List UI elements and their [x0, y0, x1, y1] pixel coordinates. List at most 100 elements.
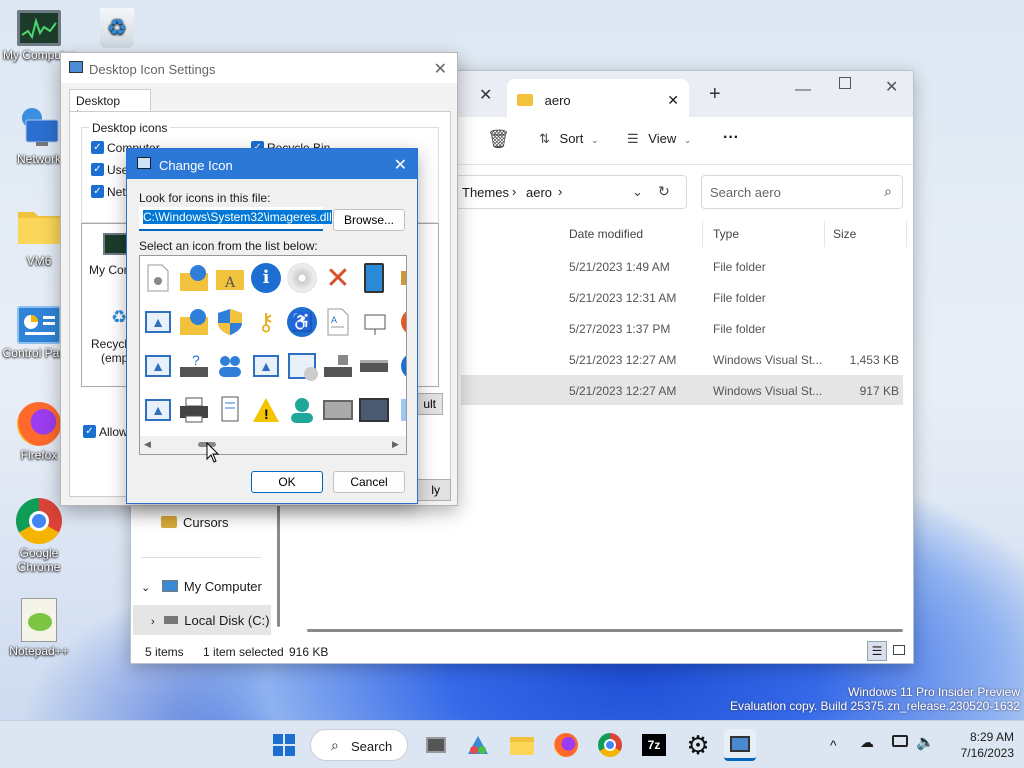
close-window-button[interactable]: ✕	[885, 77, 898, 97]
display-settings-icon[interactable]	[358, 306, 390, 338]
table-row-selected[interactable]: 5/21/2023 12:27 AM Windows Visual St... …	[461, 375, 903, 405]
clock[interactable]: 8:29 AM 7/16/2023	[944, 729, 1014, 761]
chrome-icon[interactable]	[594, 729, 626, 761]
monitor-dark-icon[interactable]	[358, 394, 390, 426]
tiles-view-icon[interactable]	[893, 645, 905, 655]
partial-icon[interactable]	[392, 350, 406, 382]
gear-icon[interactable]: ⚙	[682, 729, 714, 761]
tab-aero[interactable]: aero ✕	[507, 79, 689, 117]
desktop-icon-settings-taskbar-icon[interactable]	[724, 729, 756, 761]
icon-grid[interactable]: A i ✕ ▲ ⚷ ♿ A ▲ ? ▲ ▲ ! ◀ ▶	[139, 255, 407, 455]
network-folder-icon[interactable]	[178, 306, 210, 338]
network-folder-icon[interactable]	[178, 262, 210, 294]
view-button[interactable]: ☰ View ⌄	[627, 131, 691, 147]
info-icon[interactable]: i	[250, 262, 282, 294]
new-tab-button[interactable]: +	[709, 83, 721, 106]
svg-text:!: !	[264, 406, 269, 422]
printer-icon[interactable]	[178, 394, 210, 426]
browse-button[interactable]: Browse...	[333, 209, 405, 231]
partial-icon[interactable]	[392, 394, 406, 426]
picture-icon[interactable]: ▲	[250, 350, 282, 382]
media-picture-icon[interactable]	[286, 350, 318, 382]
chevron-down-icon[interactable]: ⌄	[141, 582, 150, 594]
desktop-icon-chrome[interactable]: Google Chrome	[2, 498, 76, 574]
tab-desktop-icons[interactable]: Desktop Icons	[69, 89, 151, 122]
network-status-icon[interactable]	[892, 735, 908, 747]
address-bar[interactable]: Themes › aero › ⌄ ↻	[451, 175, 687, 209]
file-explorer-icon[interactable]	[506, 729, 538, 761]
settings-file-icon[interactable]	[142, 262, 174, 294]
nav-item-local-disk[interactable]: › Local Disk (C:)	[133, 605, 271, 635]
server-icon[interactable]	[214, 394, 246, 426]
picture-icon[interactable]: ▲	[142, 394, 174, 426]
removable-drive-icon[interactable]	[358, 262, 390, 294]
warning-icon[interactable]: !	[250, 394, 282, 426]
horizontal-scrollbar[interactable]	[307, 629, 903, 632]
maximize-button[interactable]	[839, 77, 851, 89]
accessibility-icon[interactable]: ♿	[286, 306, 318, 338]
breadcrumb-item[interactable]: aero	[526, 185, 552, 200]
column-date-modified[interactable]: Date modified	[561, 221, 703, 247]
scroll-left-icon[interactable]: ◀	[144, 439, 151, 450]
taskbar-search[interactable]: ⌕ Search	[310, 729, 408, 761]
picture-icon[interactable]: ▲	[142, 306, 174, 338]
key-icon[interactable]: ⚷	[250, 306, 282, 338]
sort-button[interactable]: ⇅ Sort ⌄	[539, 131, 599, 147]
table-row[interactable]: 5/21/2023 12:27 AM Windows Visual St... …	[461, 344, 903, 374]
user-checkbox[interactable]: ✓	[91, 163, 104, 176]
close-icon[interactable]: ✕	[434, 59, 447, 79]
7zip-icon[interactable]: 7z	[638, 729, 670, 761]
unknown-drive-icon[interactable]: ?	[178, 350, 210, 382]
volume-icon[interactable]: 🔈	[916, 733, 935, 751]
ok-button[interactable]: OK	[251, 471, 323, 493]
close-tab-icon[interactable]: ✕	[667, 92, 679, 109]
desktop-icon-notepadpp[interactable]: Notepad++	[2, 598, 76, 658]
minimize-button[interactable]: —	[795, 81, 811, 99]
firefox-icon[interactable]	[550, 729, 582, 761]
drive-bay-icon[interactable]	[322, 394, 354, 426]
text-document-icon[interactable]: A	[322, 306, 354, 338]
picture-icon[interactable]: ▲	[142, 350, 174, 382]
drive-down-icon[interactable]	[322, 350, 354, 382]
error-x-icon[interactable]: ✕	[322, 262, 354, 295]
partial-icon[interactable]	[392, 262, 406, 294]
close-tab-icon[interactable]: ✕	[479, 85, 492, 105]
font-folder-icon[interactable]: A	[214, 262, 246, 294]
paint-icon[interactable]	[462, 729, 494, 761]
cancel-button[interactable]: Cancel	[333, 471, 405, 493]
cd-audio-icon[interactable]	[286, 262, 318, 294]
task-view-icon[interactable]	[420, 729, 452, 761]
computer-checkbox[interactable]: ✓	[91, 141, 104, 154]
nav-item-cursors[interactable]: Cursors	[161, 515, 229, 530]
start-button[interactable]	[268, 729, 300, 761]
scroll-right-icon[interactable]: ▶	[392, 439, 399, 450]
column-type[interactable]: Type	[705, 221, 825, 247]
chevron-up-icon[interactable]: ^	[830, 737, 837, 753]
scanner-icon[interactable]	[358, 350, 390, 382]
file-path-input[interactable]: C:\Windows\System32\imageres.dll	[139, 207, 332, 231]
details-view-icon[interactable]: ☰	[867, 641, 887, 661]
desktop-icon-recycle-bin[interactable]: ♻	[80, 8, 154, 50]
nav-item-my-computer[interactable]: ⌄ My Computer	[141, 579, 262, 594]
table-row[interactable]: 5/21/2023 1:49 AM File folder	[461, 251, 903, 281]
allow-themes-checkbox[interactable]: ✓	[83, 425, 96, 438]
user-icon[interactable]	[286, 394, 318, 426]
column-size[interactable]: Size	[827, 221, 907, 247]
monitor-icon	[17, 10, 61, 46]
users-icon[interactable]	[214, 350, 246, 382]
refresh-icon[interactable]: ↻	[658, 183, 670, 200]
partial-icon[interactable]	[392, 306, 406, 338]
table-row[interactable]: 5/21/2023 12:31 AM File folder	[461, 282, 903, 312]
cloud-icon[interactable]: ☁	[860, 734, 874, 751]
breadcrumb-item[interactable]: Themes	[462, 185, 509, 200]
icon-grid-scrollbar[interactable]: ◀ ▶	[140, 436, 406, 454]
table-row[interactable]: 5/27/2023 1:37 PM File folder	[461, 313, 903, 343]
search-box[interactable]: Search aero ⌕	[701, 175, 903, 209]
close-icon[interactable]: ✕	[394, 155, 407, 175]
delete-icon[interactable]: 🗑	[487, 129, 510, 150]
more-options-button[interactable]: ···	[723, 129, 739, 147]
network-checkbox[interactable]: ✓	[91, 185, 104, 198]
chevron-right-icon[interactable]: ›	[151, 616, 155, 628]
chevron-down-icon[interactable]: ⌄	[632, 184, 643, 200]
shield-icon[interactable]	[214, 306, 246, 338]
